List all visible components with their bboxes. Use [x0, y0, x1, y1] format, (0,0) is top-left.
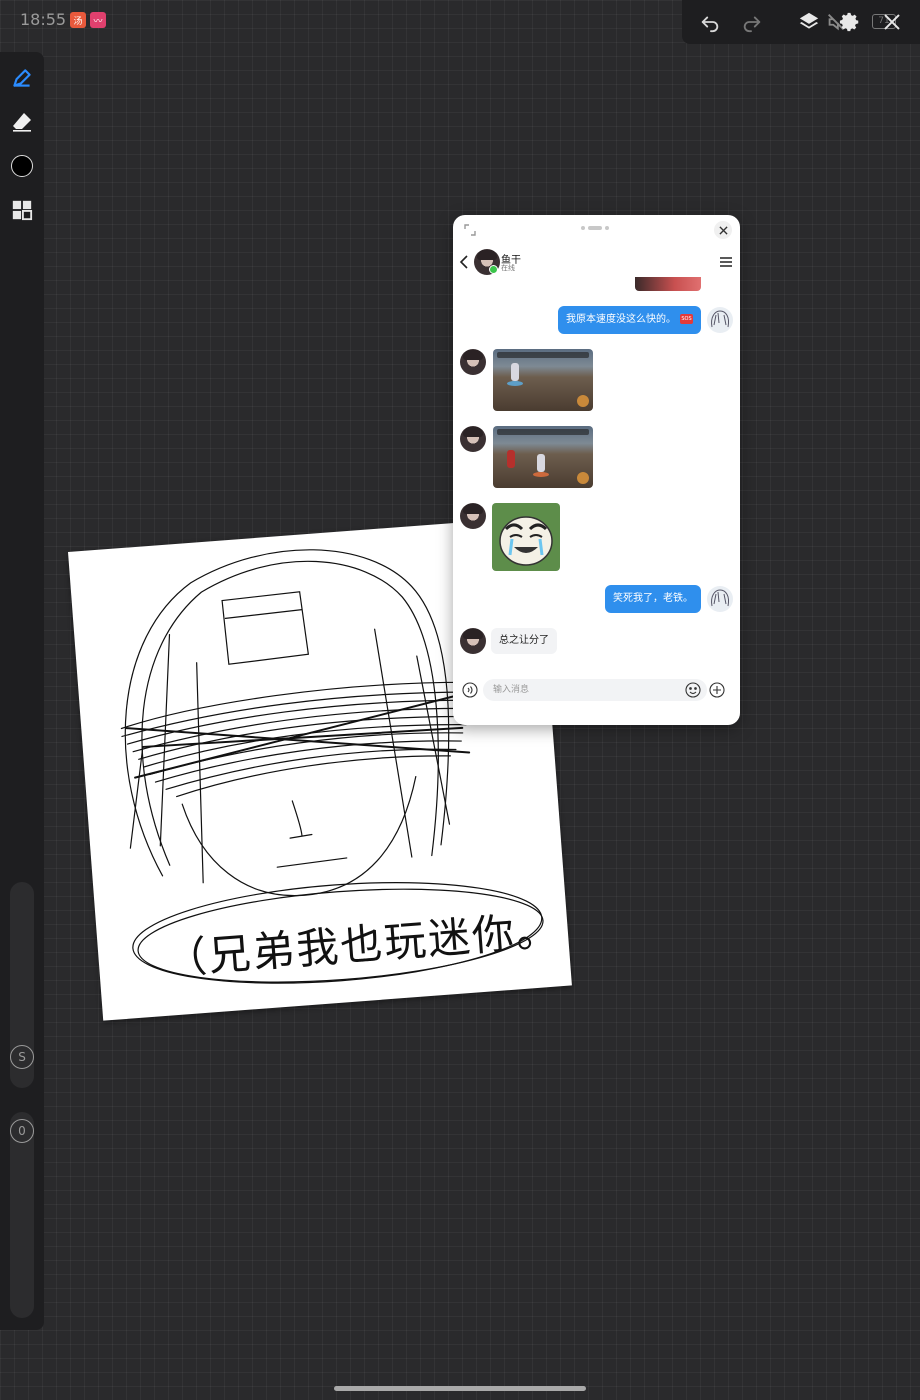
chat-window[interactable]: 鱼干 在线 我原本速度没这么快的。 SOS 笑死我了，老铁。 总之让分了 输入消… — [453, 215, 740, 725]
contact-status: 在线 — [501, 264, 515, 272]
close-canvas-button[interactable] — [878, 8, 906, 36]
contact-avatar[interactable] — [460, 349, 486, 375]
layout-grid-icon — [12, 200, 33, 221]
emoji-icon[interactable] — [685, 682, 701, 698]
opacity-knob[interactable]: 0 — [10, 1119, 34, 1143]
status-time: 18:55 — [20, 10, 67, 29]
my-avatar[interactable] — [707, 586, 733, 612]
eraser-tool[interactable] — [8, 108, 36, 136]
left-toolbar: S 0 — [0, 52, 44, 1330]
app-badge-pink: 〰 — [90, 12, 106, 28]
redo-button[interactable] — [738, 8, 766, 36]
avatar-sketch — [711, 589, 729, 607]
message-input[interactable]: 输入消息 — [483, 679, 707, 701]
window-title-bar[interactable] — [453, 215, 740, 243]
contact-avatar[interactable] — [460, 628, 486, 654]
sos-sticker: SOS — [680, 314, 693, 324]
previous-image-fragment[interactable] — [635, 277, 701, 291]
message-bubble-outgoing[interactable]: 我原本速度没这么快的。 SOS — [558, 306, 701, 334]
voice-icon[interactable] — [462, 682, 478, 698]
avatar-sketch — [711, 310, 729, 328]
resize-icon[interactable] — [463, 223, 477, 237]
home-indicator[interactable] — [334, 1386, 586, 1391]
menu-icon[interactable] — [720, 257, 732, 267]
pen-tool[interactable] — [8, 64, 36, 92]
chat-header: 鱼干 在线 — [453, 245, 740, 279]
message-text: 总之让分了 — [499, 635, 549, 646]
undo-icon — [701, 16, 719, 33]
message-text: 我原本速度没这么快的。 — [566, 314, 676, 325]
active-color-swatch — [11, 155, 33, 177]
message-bubble-outgoing[interactable]: 笑死我了，老铁。 — [605, 585, 701, 613]
brush-size-knob[interactable]: S — [10, 1045, 34, 1069]
game-screenshot-image[interactable] — [493, 426, 593, 488]
undo-button[interactable] — [696, 8, 724, 36]
app-badge-orange: 汤 — [70, 12, 86, 28]
drag-handle[interactable] — [581, 226, 609, 230]
eraser-icon — [13, 113, 31, 132]
crying-laughing-sticker[interactable] — [492, 503, 560, 571]
back-icon[interactable] — [459, 255, 469, 269]
add-attachment-icon[interactable] — [709, 682, 725, 698]
settings-button[interactable] — [836, 8, 864, 36]
message-bubble-incoming[interactable]: 总之让分了 — [491, 628, 557, 654]
contact-avatar[interactable] — [460, 426, 486, 452]
message-input-bar: 输入消息 — [453, 675, 740, 725]
close-icon — [884, 14, 900, 30]
color-picker[interactable] — [8, 152, 36, 180]
my-avatar[interactable] — [707, 307, 733, 333]
contact-avatar[interactable] — [460, 503, 486, 529]
online-indicator — [489, 265, 498, 274]
game-screenshot-image[interactable] — [493, 349, 593, 411]
close-icon — [718, 225, 728, 235]
layout-grid-button[interactable] — [8, 196, 36, 224]
message-text: 笑死我了，老铁。 — [613, 593, 693, 604]
close-window-button[interactable] — [714, 221, 732, 239]
layers-button[interactable] — [795, 8, 823, 36]
laughing-face-icon — [499, 516, 553, 566]
top-toolbar: 71 — [682, 0, 920, 44]
gear-icon — [839, 12, 859, 32]
layers-icon — [799, 12, 819, 29]
redo-icon — [743, 16, 761, 33]
pen-icon — [13, 69, 31, 87]
